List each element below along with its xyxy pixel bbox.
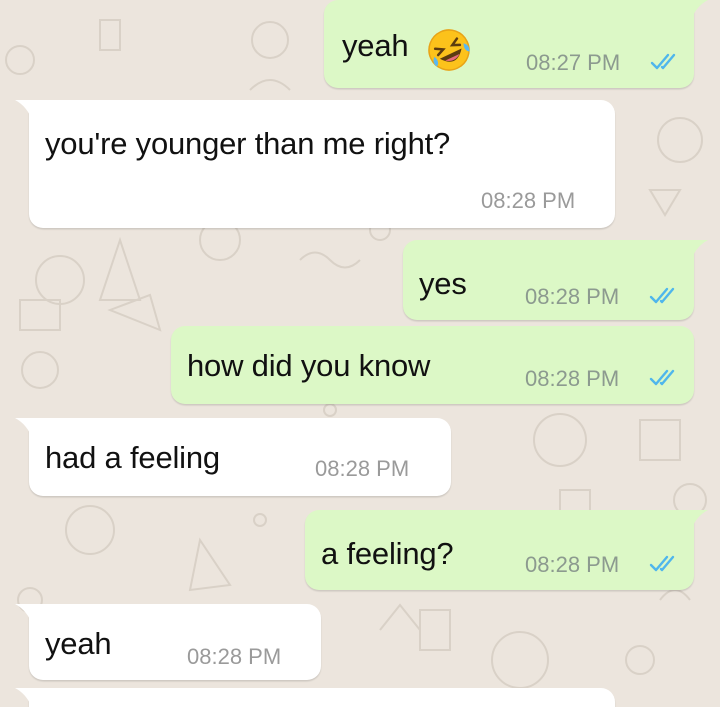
- message-time: 08:28 PM: [481, 188, 576, 213]
- message-text: you're younger than me right?: [45, 126, 451, 161]
- bubble-tail: [15, 100, 41, 122]
- message-text: a feeling?: [321, 536, 454, 571]
- message-time: 08:28 PM: [525, 284, 620, 309]
- rolling-on-the-floor-laughing-emoji: [428, 29, 470, 71]
- message-bubble-incoming[interactable]: yeah 08:28 PM: [15, 604, 321, 680]
- message-bubble-incoming[interactable]: you're younger than me right? 08:28 PM: [15, 100, 615, 228]
- message-text: had a feeling: [45, 440, 220, 475]
- read-receipt-icon: [650, 53, 676, 70]
- message-text: yeah: [342, 28, 409, 63]
- bubble-tail: [682, 240, 708, 262]
- message-text: yes: [419, 266, 467, 301]
- bubble-tail: [15, 604, 41, 626]
- chat-area[interactable]: yeah 08:27 PM you're younger than me rig…: [0, 0, 720, 707]
- message-time: 08:28 PM: [525, 366, 620, 391]
- message-text: how did you know: [187, 348, 431, 383]
- bubble-tail: [15, 418, 41, 440]
- message-bubble-outgoing[interactable]: yes 08:28 PM: [403, 240, 708, 320]
- read-receipt-icon: [649, 369, 675, 386]
- message-time: 08:28 PM: [525, 552, 620, 577]
- message-bubble-incoming[interactable]: [15, 688, 615, 707]
- message-time: 08:28 PM: [315, 456, 410, 481]
- message-bubble-outgoing[interactable]: yeah 08:27 PM: [324, 0, 708, 88]
- message-time: 08:27 PM: [526, 50, 621, 75]
- message-text: yeah: [45, 626, 112, 661]
- message-bubble-outgoing[interactable]: a feeling? 08:28 PM: [305, 510, 708, 590]
- bubble-tail: [15, 688, 41, 707]
- read-receipt-icon: [649, 287, 675, 304]
- bubble-tail: [682, 0, 708, 22]
- read-receipt-icon: [649, 555, 675, 572]
- message-bubble-outgoing[interactable]: how did you know 08:28 PM: [171, 326, 694, 404]
- message-bubble-incoming[interactable]: had a feeling 08:28 PM: [15, 418, 451, 496]
- message-time: 08:28 PM: [187, 644, 282, 669]
- bubble-tail: [682, 510, 708, 532]
